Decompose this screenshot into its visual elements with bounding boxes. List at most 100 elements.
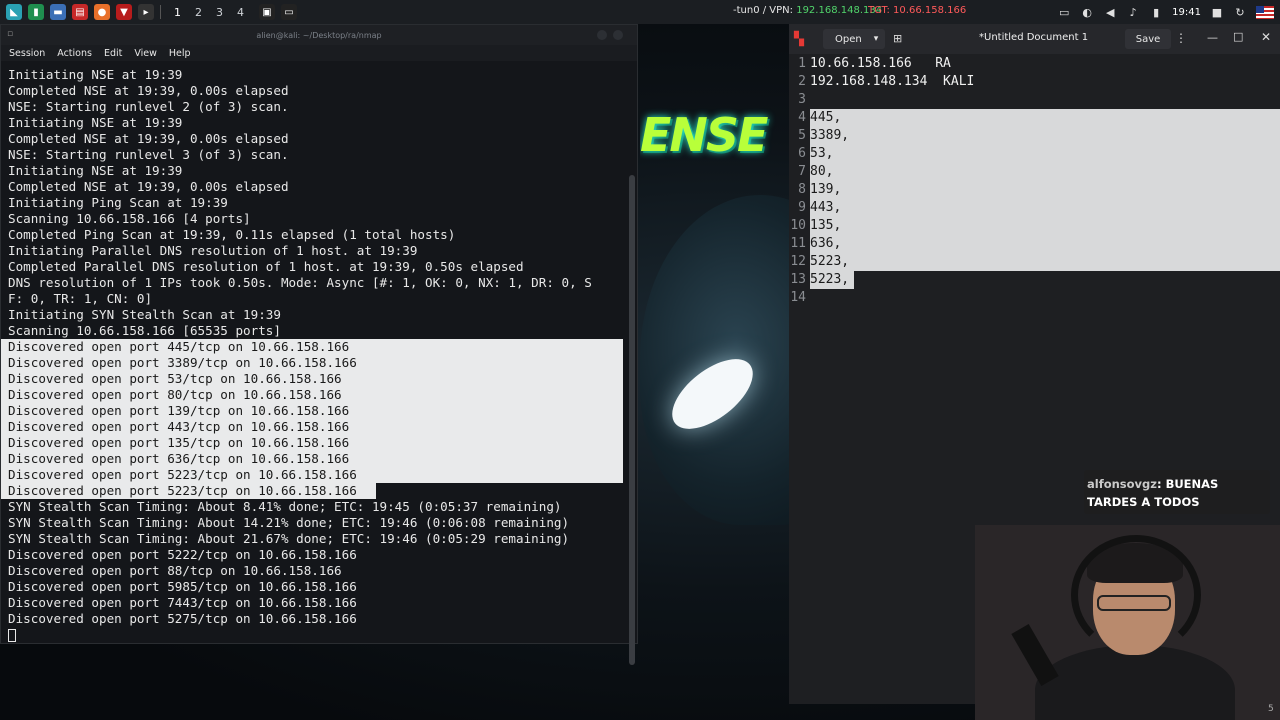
terminal-output[interactable]: Initiating NSE at 19:39 Completed NSE at… bbox=[1, 65, 625, 645]
terminal-line: Completed NSE at 19:39, 0.00s elapsed bbox=[8, 83, 289, 98]
line-text: 443, bbox=[810, 199, 1280, 217]
firefox-launcher-icon[interactable]: ● bbox=[94, 4, 110, 20]
terminal-line-selected: Discovered open port 139/tcp on 10.66.15… bbox=[1, 403, 623, 419]
terminal-menubar: Session Actions Edit View Help bbox=[1, 45, 637, 61]
line-text: 636, bbox=[810, 235, 1280, 253]
terminal-line: Initiating SYN Stealth Scan at 19:39 bbox=[8, 307, 281, 322]
line-text: 3389, bbox=[810, 127, 1280, 145]
pdf-launcher-icon[interactable]: ▤ bbox=[72, 4, 88, 20]
menu-session[interactable]: Session bbox=[9, 48, 45, 59]
wallpaper-banner-text: ENSE bbox=[640, 108, 768, 162]
terminal-line-selected: Discovered open port 5223/tcp on 10.66.1… bbox=[1, 483, 376, 499]
maximize-icon[interactable]: □ bbox=[1233, 30, 1243, 43]
terminal-prompt[interactable] bbox=[8, 627, 625, 643]
new-tab-icon[interactable]: ⊞ bbox=[893, 32, 902, 45]
line-number: 12 bbox=[790, 254, 806, 269]
minimize-icon[interactable]: — bbox=[1207, 31, 1218, 44]
editor-line-selected: 6 53, bbox=[789, 145, 1280, 163]
chevron-down-icon[interactable]: ▾ bbox=[874, 34, 879, 44]
notification-bell-icon[interactable]: ♪ bbox=[1126, 5, 1140, 19]
terminal-menu-icon[interactable]: ▸ bbox=[138, 4, 154, 20]
terminal-window[interactable]: ▫ alien@kali: ~/Desktop/ra/nmap Session … bbox=[0, 24, 638, 665]
network-icon[interactable]: ◐ bbox=[1080, 5, 1094, 19]
terminal-line: Discovered open port 5275/tcp on 10.66.1… bbox=[8, 611, 357, 626]
terminal-line: Completed Parallel DNS resolution of 1 h… bbox=[8, 259, 524, 274]
line-number: 11 bbox=[790, 236, 806, 251]
terminal-line-selected: Discovered open port 5223/tcp on 10.66.1… bbox=[1, 467, 623, 483]
terminal-line: SYN Stealth Scan Timing: About 14.21% do… bbox=[8, 515, 570, 530]
terminal-line: NSE: Starting runlevel 2 (of 3) scan. bbox=[8, 99, 289, 114]
battery-icon[interactable]: ▮ bbox=[1149, 5, 1163, 19]
editor-line-selected: 13 5223, bbox=[789, 271, 1280, 289]
line-number: 2 bbox=[798, 74, 806, 89]
terminal-line: Completed NSE at 19:39, 0.00s elapsed bbox=[8, 131, 289, 146]
editor-line-selected: 10 135, bbox=[789, 217, 1280, 235]
line-number: 3 bbox=[798, 92, 806, 107]
editor-line-selected: 8 139, bbox=[789, 181, 1280, 199]
line-number: 6 bbox=[798, 146, 806, 161]
line-number: 4 bbox=[798, 110, 806, 125]
line-text: 80, bbox=[810, 163, 1280, 181]
files-launcher-icon[interactable]: ▬ bbox=[50, 4, 66, 20]
terminal-titlebar[interactable]: ▫ alien@kali: ~/Desktop/ra/nmap bbox=[1, 25, 637, 45]
open-button[interactable]: Open ▾ bbox=[823, 29, 885, 49]
editor-line: 3 bbox=[789, 91, 1280, 109]
terminal-window-icon: ▫ bbox=[7, 29, 14, 39]
line-number: 10 bbox=[790, 218, 806, 233]
close-icon[interactable]: ✕ bbox=[1261, 30, 1271, 44]
workspace-1[interactable]: 1 bbox=[167, 6, 188, 19]
clock[interactable]: 19:41 bbox=[1172, 7, 1201, 18]
burp-launcher-icon[interactable]: ▼ bbox=[116, 4, 132, 20]
workspace-4[interactable]: 4 bbox=[230, 6, 251, 19]
editor-line-selected: 5 3389, bbox=[789, 127, 1280, 145]
webcam-microphone bbox=[1011, 624, 1059, 686]
terminal-line: Discovered open port 88/tcp on 10.66.158… bbox=[8, 563, 342, 578]
editor-line-selected: 12 5223, bbox=[789, 253, 1280, 271]
vpn-status: -tun0 / VPN: 192.168.148.134 bbox=[733, 5, 882, 16]
editor-line: 1 10.66.158.166 RA bbox=[789, 55, 1280, 73]
menu-view[interactable]: View bbox=[134, 48, 157, 59]
menu-help[interactable]: Help bbox=[169, 48, 191, 59]
editor-line: 14 bbox=[789, 289, 1280, 307]
line-number: 8 bbox=[798, 182, 806, 197]
menu-edit[interactable]: Edit bbox=[104, 48, 122, 59]
terminal-scrollbar[interactable] bbox=[629, 175, 635, 665]
workspace-3[interactable]: 3 bbox=[209, 6, 230, 19]
terminal-line: Completed NSE at 19:39, 0.00s elapsed bbox=[8, 179, 289, 194]
task-editor-icon[interactable]: ▣ bbox=[259, 4, 275, 20]
terminal-close-button[interactable] bbox=[613, 30, 623, 40]
webcam-overlay bbox=[975, 525, 1280, 720]
top-panel: ◣ ▮ ▬ ▤ ● ▼ ▸ 1 2 3 4 ▣ ▭ -tun0 / VPN: 1… bbox=[0, 0, 1280, 24]
line-text: 445, bbox=[810, 109, 1280, 127]
terminal-line: Initiating NSE at 19:39 bbox=[8, 67, 183, 82]
terminal-line: NSE: Starting runlevel 3 (of 3) scan. bbox=[8, 147, 289, 162]
terminal-line-selected: Discovered open port 135/tcp on 10.66.15… bbox=[1, 435, 623, 451]
line-text: 5223, bbox=[810, 253, 1280, 271]
lock-icon[interactable]: ■ bbox=[1210, 5, 1224, 19]
terminal-line-selected: Discovered open port 445/tcp on 10.66.15… bbox=[1, 339, 623, 355]
kali-menu-icon[interactable]: ◣ bbox=[6, 4, 22, 20]
terminal-line: F: 0, TR: 1, CN: 0] bbox=[8, 291, 153, 306]
editor-headerbar[interactable]: ▚ Open ▾ ⊞ *Untitled Document 1 Save ⋮ — … bbox=[789, 24, 1280, 54]
open-label: Open bbox=[835, 33, 862, 45]
editor-line-selected: 4 445, bbox=[789, 109, 1280, 127]
refresh-icon[interactable]: ↻ bbox=[1233, 5, 1247, 19]
terminal-line: Discovered open port 5222/tcp on 10.66.1… bbox=[8, 547, 357, 562]
save-button[interactable]: Save bbox=[1125, 29, 1171, 49]
volume-icon[interactable]: ◀ bbox=[1103, 5, 1117, 19]
terminal-launcher-icon[interactable]: ▮ bbox=[28, 4, 44, 20]
menu-actions[interactable]: Actions bbox=[57, 48, 92, 59]
keyboard-layout-flag-icon[interactable] bbox=[1256, 5, 1274, 19]
chat-username: alfonsovgz bbox=[1087, 477, 1157, 491]
task-terminal-icon[interactable]: ▭ bbox=[281, 4, 297, 20]
line-number: 9 bbox=[798, 200, 806, 215]
line-number: 14 bbox=[790, 290, 806, 305]
terminal-line: Completed Ping Scan at 19:39, 0.11s elap… bbox=[8, 227, 456, 242]
terminal-minimize-button[interactable] bbox=[597, 30, 607, 40]
line-text: 10.66.158.166 RA bbox=[810, 56, 951, 71]
system-tray: ▭ ◐ ◀ ♪ ▮ 19:41 ■ ↻ bbox=[1057, 0, 1280, 24]
display-icon[interactable]: ▭ bbox=[1057, 5, 1071, 19]
hamburger-menu-icon[interactable]: ⋮ bbox=[1175, 31, 1187, 45]
terminal-line: Discovered open port 5985/tcp on 10.66.1… bbox=[8, 579, 357, 594]
workspace-2[interactable]: 2 bbox=[188, 6, 209, 19]
